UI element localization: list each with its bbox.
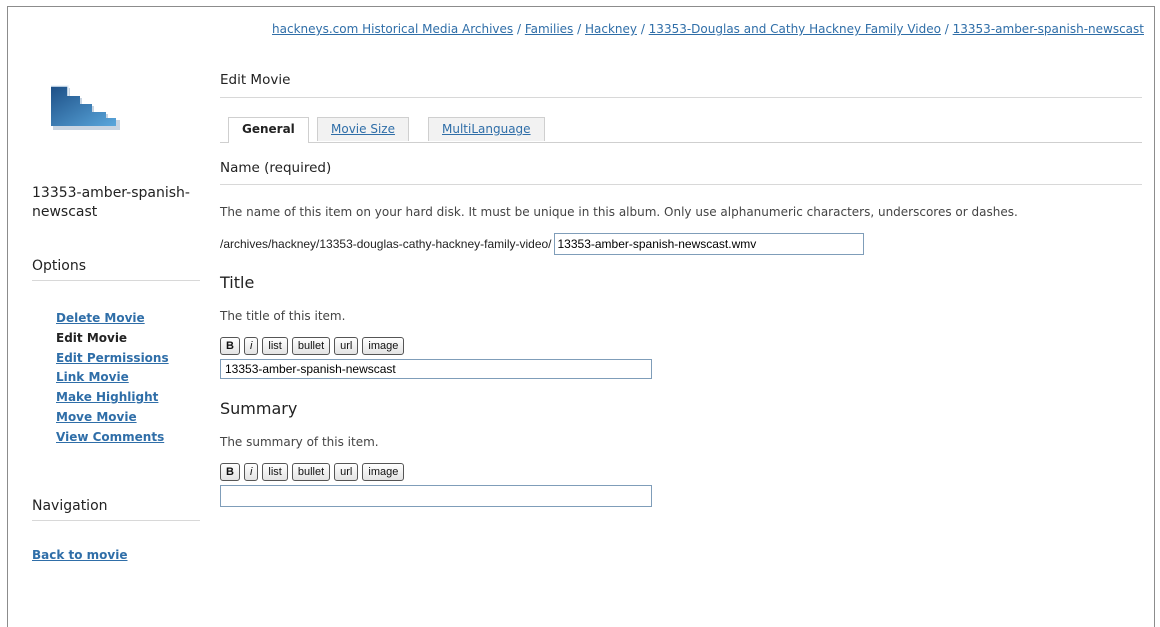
main-content: Edit Movie General Movie Size MultiLangu… bbox=[220, 72, 1142, 507]
title-format-toolbar: B i list bullet url image bbox=[220, 337, 1142, 355]
option-delete-movie[interactable]: Delete Movie bbox=[56, 309, 169, 329]
option-link-movie[interactable]: Link Movie bbox=[56, 368, 169, 388]
breadcrumb-link-item[interactable]: 13353-amber-spanish-newscast bbox=[953, 22, 1144, 36]
back-to-movie-link[interactable]: Back to movie bbox=[32, 548, 128, 562]
tab-bar: General Movie Size MultiLanguage bbox=[220, 112, 1142, 143]
option-edit-permissions[interactable]: Edit Permissions bbox=[56, 349, 169, 369]
option-move-movie[interactable]: Move Movie bbox=[56, 408, 169, 428]
tab-multilanguage[interactable]: MultiLanguage bbox=[428, 117, 545, 141]
breadcrumb-link-families[interactable]: Families bbox=[525, 22, 573, 36]
summary-image-button[interactable]: image bbox=[362, 463, 405, 481]
path-prefix: /archives/hackney/13353-douglas-cathy-ha… bbox=[220, 237, 552, 251]
title-bullet-button[interactable]: bullet bbox=[291, 337, 331, 355]
options-list: Delete Movie Edit Movie Edit Permissions… bbox=[56, 309, 169, 448]
movie-logo-icon bbox=[48, 82, 120, 132]
breadcrumb-link-archives[interactable]: hackneys.com Historical Media Archives bbox=[272, 22, 513, 36]
tab-general[interactable]: General bbox=[228, 117, 309, 143]
breadcrumb-link-album[interactable]: 13353-Douglas and Cathy Hackney Family V… bbox=[649, 22, 941, 36]
summary-format-toolbar: B i list bullet url image bbox=[220, 463, 1142, 481]
navigation-heading: Navigation bbox=[32, 498, 200, 521]
name-section-heading: Name (required) bbox=[220, 160, 1142, 185]
breadcrumb: hackneys.com Historical Media Archives /… bbox=[272, 22, 1144, 36]
summary-bullet-button[interactable]: bullet bbox=[291, 463, 331, 481]
title-url-button[interactable]: url bbox=[334, 337, 359, 355]
tab-movie-size[interactable]: Movie Size bbox=[317, 117, 409, 141]
summary-description: The summary of this item. bbox=[220, 435, 379, 449]
title-input[interactable] bbox=[220, 359, 652, 379]
summary-url-button[interactable]: url bbox=[334, 463, 359, 481]
breadcrumb-link-hackney[interactable]: Hackney bbox=[585, 22, 637, 36]
page-title: Edit Movie bbox=[220, 72, 1142, 98]
summary-list-button[interactable]: list bbox=[262, 463, 288, 481]
summary-section-heading: Summary bbox=[220, 399, 298, 418]
name-path-row: /archives/hackney/13353-douglas-cathy-ha… bbox=[220, 233, 1142, 255]
title-description: The title of this item. bbox=[220, 309, 346, 323]
summary-bold-button[interactable]: B bbox=[220, 463, 240, 481]
summary-italic-button[interactable]: i bbox=[243, 463, 259, 481]
filename-input[interactable] bbox=[553, 233, 864, 255]
option-make-highlight[interactable]: Make Highlight bbox=[56, 388, 169, 408]
options-heading: Options bbox=[32, 258, 200, 281]
option-edit-movie: Edit Movie bbox=[56, 330, 128, 345]
option-view-comments[interactable]: View Comments bbox=[56, 428, 169, 448]
sidebar-item-title: 13353-amber-spanish-newscast bbox=[32, 185, 190, 220]
title-bold-button[interactable]: B bbox=[220, 337, 240, 355]
title-section-heading: Title bbox=[220, 273, 255, 292]
title-italic-button[interactable]: i bbox=[243, 337, 259, 355]
summary-input[interactable] bbox=[220, 485, 652, 507]
name-description: The name of this item on your hard disk.… bbox=[220, 205, 1018, 219]
title-image-button[interactable]: image bbox=[362, 337, 405, 355]
title-list-button[interactable]: list bbox=[262, 337, 288, 355]
